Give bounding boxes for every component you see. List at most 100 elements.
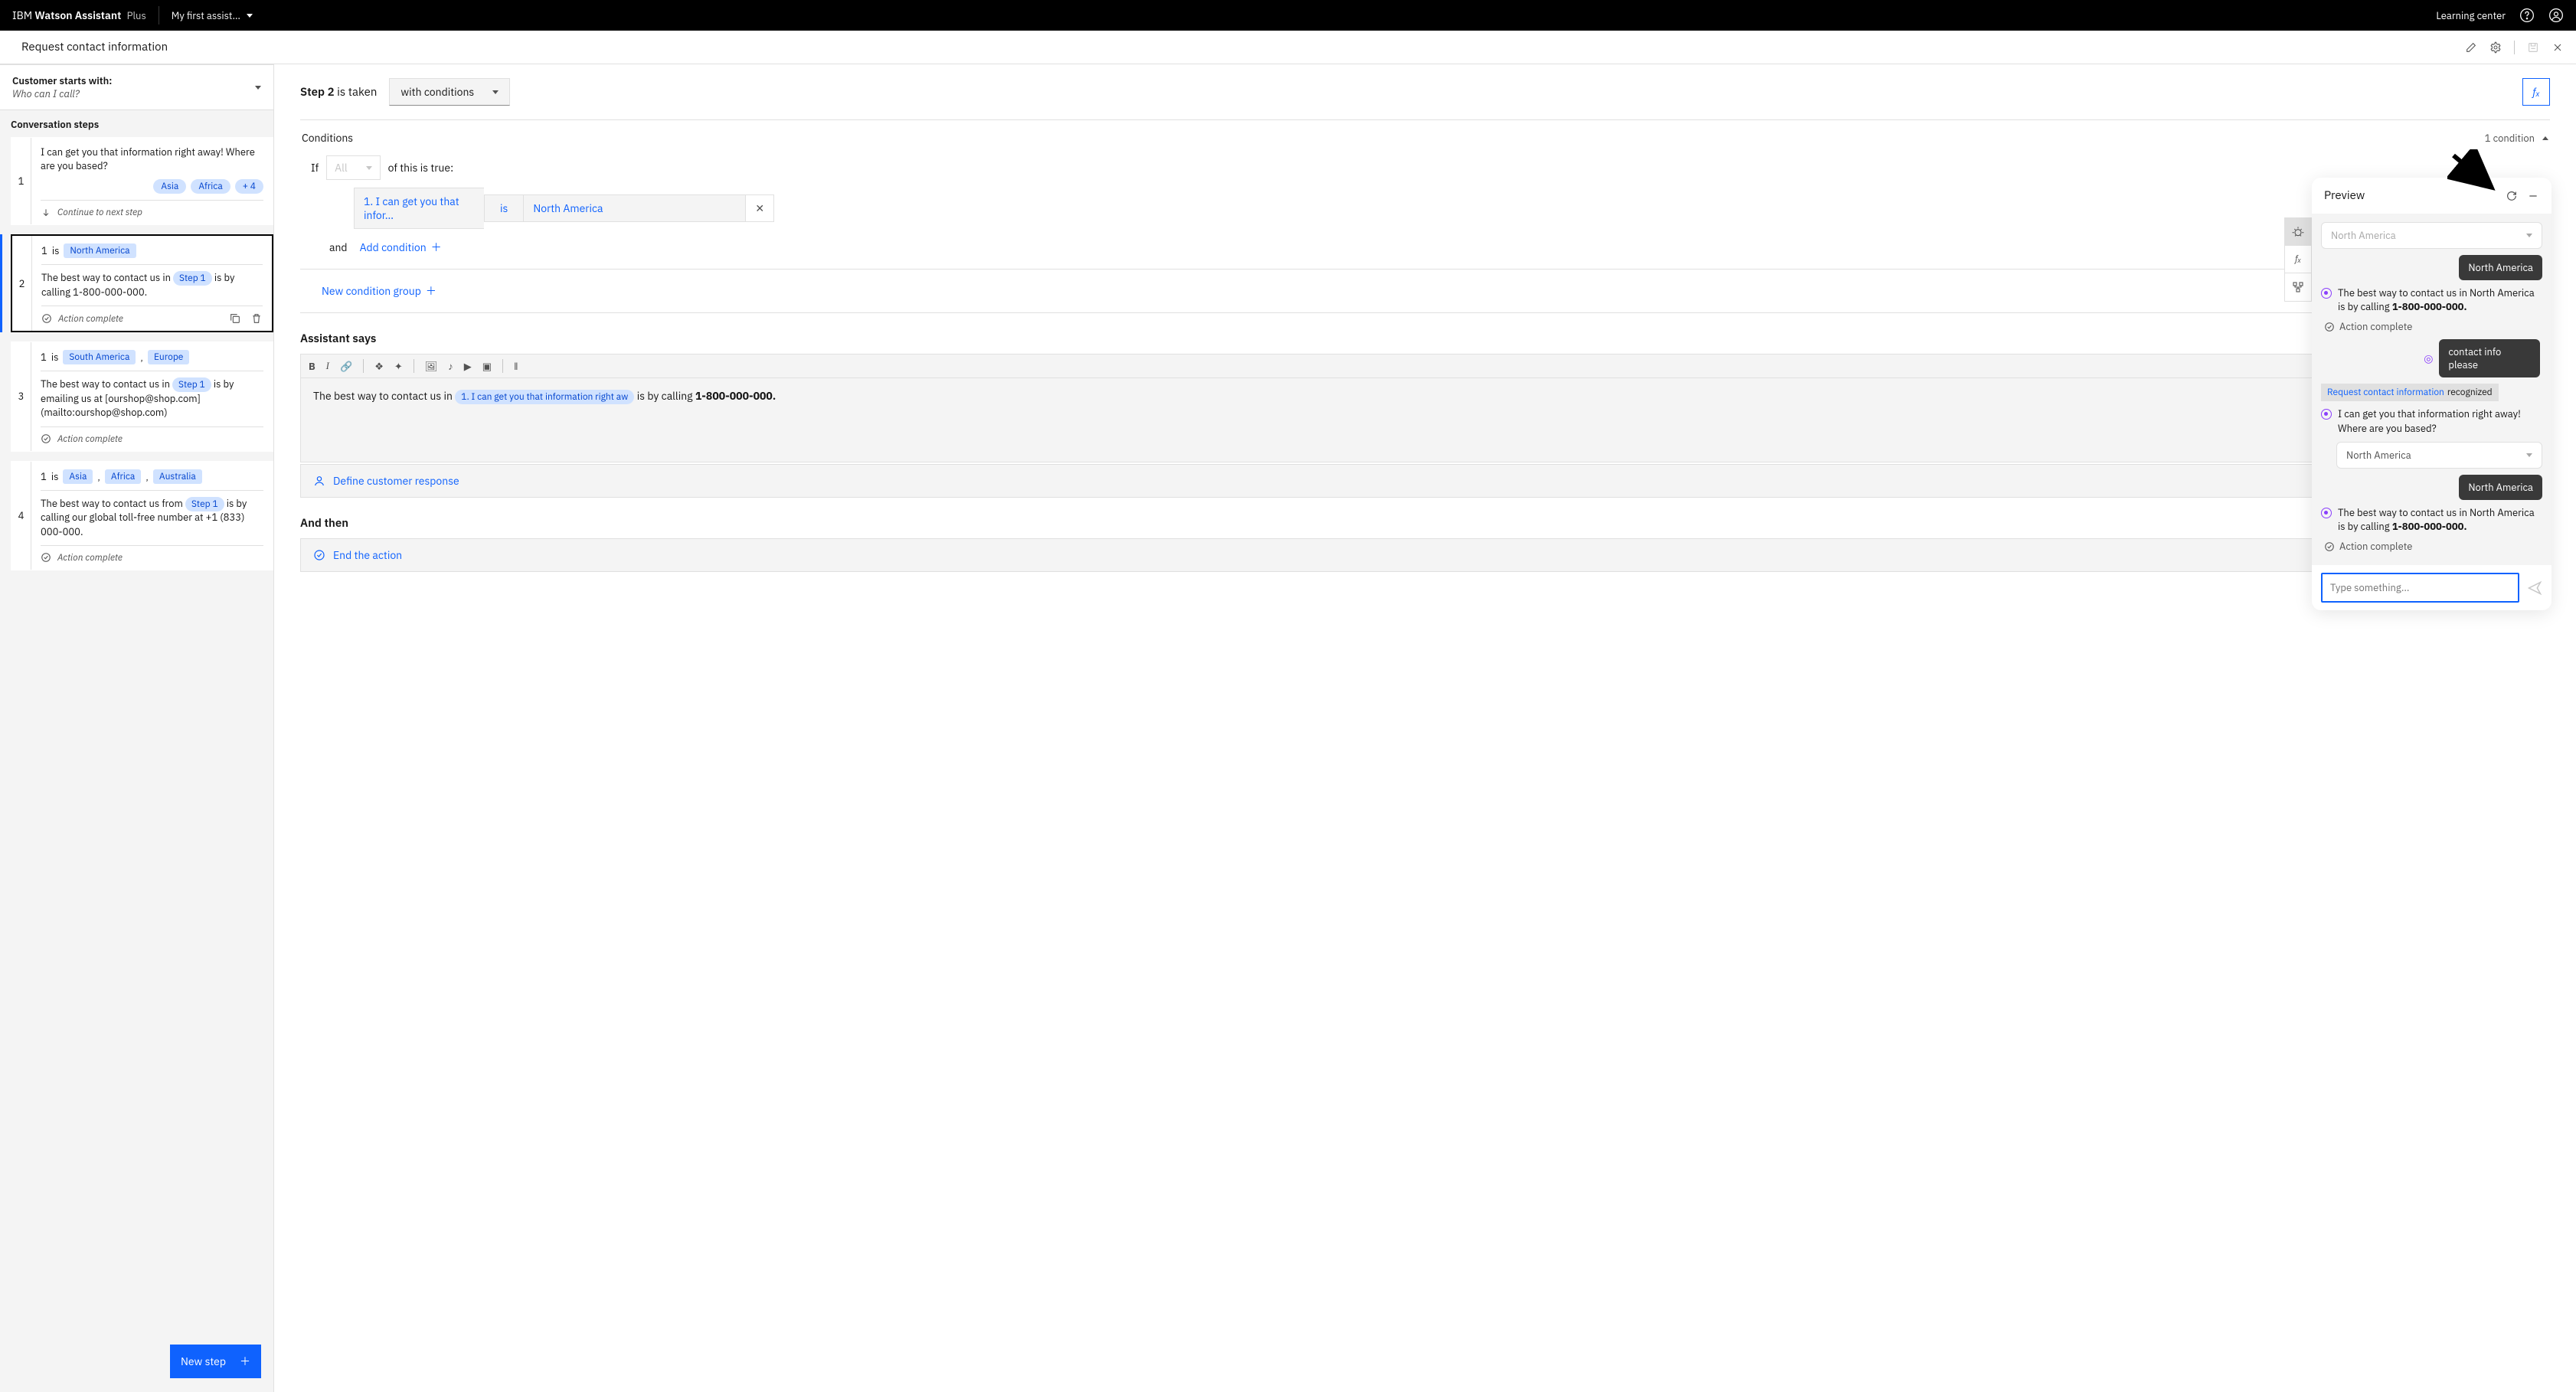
chevron-down-icon [247, 14, 253, 18]
debug-icon[interactable] [2285, 218, 2311, 246]
fx-rail-icon[interactable]: fₓ [2285, 246, 2311, 273]
add-condition-button[interactable]: Add condition ＋ [360, 240, 442, 255]
top-bar: IBM Watson Assistant Plus My first assis… [0, 0, 2576, 31]
image-button[interactable]: 🖼 [425, 360, 438, 373]
dropdown-value: with conditions [400, 85, 474, 99]
region-select[interactable]: North America [2321, 222, 2542, 249]
preview-tool-rail: fₓ [2284, 217, 2312, 302]
send-icon[interactable] [2527, 580, 2542, 596]
save-icon[interactable] [2527, 41, 2539, 54]
check-circle-icon [2324, 541, 2335, 552]
condition-operator-cell[interactable]: is [484, 194, 523, 222]
define-response-card[interactable]: Define customer response [300, 464, 2550, 498]
link-button[interactable]: 🔗 [340, 360, 352, 373]
subheader-actions [2465, 41, 2564, 54]
preview-title: Preview [2324, 188, 2365, 203]
recognized-badge: Request contact information recognized [2321, 384, 2499, 401]
location-marker-icon [2321, 409, 2332, 420]
plus-icon: ＋ [426, 283, 436, 299]
chevron-down-icon [366, 166, 372, 170]
user-icon[interactable] [2548, 8, 2564, 23]
condition-count: 1 condition [2485, 132, 2535, 145]
step-card-2[interactable]: 2 1 is North America The best way to con… [11, 234, 273, 332]
help-icon[interactable] [2519, 8, 2535, 23]
starts-label: Customer starts with: [12, 74, 112, 87]
end-action-label: End the action [333, 548, 402, 562]
cond-value: Australia [153, 469, 202, 484]
chevron-up-icon [2542, 136, 2548, 140]
check-circle-icon [41, 552, 51, 563]
close-icon[interactable] [2551, 41, 2564, 54]
assistant-says-label: Assistant says [300, 332, 2550, 346]
and-then-card[interactable]: End the action [300, 538, 2550, 572]
preview-body[interactable]: North America North America The best way… [2312, 214, 2551, 564]
taken-condition-dropdown[interactable]: with conditions [389, 78, 510, 106]
trash-icon[interactable] [250, 312, 263, 325]
cond-value: Europe [148, 350, 189, 364]
continue-label: Continue to next step [57, 207, 142, 218]
steps-heading: Conversation steps [0, 110, 273, 137]
steps-list: 1 I can get you that information right a… [0, 137, 273, 1392]
action-complete-row: Action complete [2324, 320, 2542, 333]
audio-button[interactable]: ♪ [448, 360, 453, 373]
variable-chip[interactable]: 1. I can get you that information right … [455, 390, 634, 404]
richtext-area[interactable]: The best way to contact us in 1. I can g… [300, 378, 2550, 462]
top-bar-left: IBM Watson Assistant Plus My first assis… [12, 6, 253, 25]
minimize-icon[interactable] [2527, 190, 2539, 202]
assistant-message: The best way to contact us in North Amer… [2321, 506, 2542, 534]
tree-icon[interactable] [2285, 273, 2311, 301]
bold-button[interactable]: B [309, 360, 315, 373]
step-card-1[interactable]: 1 I can get you that information right a… [11, 137, 273, 225]
assistant-switcher[interactable]: My first assist… [172, 9, 253, 22]
check-circle-icon [41, 433, 51, 444]
iframe-button[interactable]: ▣ [482, 360, 492, 373]
edit-icon[interactable] [2465, 41, 2477, 54]
preview-input-row [2312, 564, 2551, 610]
vertical-divider [2514, 41, 2515, 54]
cond-step-ref: 1 [41, 351, 47, 364]
gear-icon[interactable] [2489, 41, 2502, 54]
pause-button[interactable]: ‖ [514, 360, 518, 373]
preview-panel: Preview North America North America The … [2312, 178, 2551, 610]
cond-value: Africa [105, 469, 141, 484]
new-step-label: New step [181, 1354, 226, 1368]
condition-value-cell[interactable]: North America [523, 194, 745, 222]
arrow-down-icon [41, 207, 51, 218]
chevron-down-icon [255, 86, 261, 90]
check-circle-icon [313, 549, 325, 561]
user-bubble: contact info please [2439, 339, 2540, 377]
fx-button[interactable]: fₓ [2522, 78, 2550, 106]
preview-input[interactable] [2321, 573, 2519, 603]
conditions-header[interactable]: Conditions 1 condition [300, 120, 2550, 155]
italic-button[interactable]: I [326, 360, 329, 372]
duplicate-icon[interactable] [229, 312, 241, 325]
condition-step-cell[interactable]: 1. I can get you that infor… [354, 188, 484, 229]
all-any-select[interactable]: All [326, 155, 381, 180]
top-bar-right: Learning center [2436, 8, 2564, 23]
brand-prefix: IBM [12, 8, 34, 22]
video-button[interactable]: ▶ [464, 360, 472, 373]
of-true-label: of this is true: [388, 161, 453, 175]
action-complete-label: Action complete [57, 433, 123, 445]
step-card-4[interactable]: 4 1 is Asia , Africa , Australia The bes… [11, 461, 273, 570]
step-card-3[interactable]: 3 1 is South America , Europe The best w… [11, 341, 273, 451]
cond-is: is [51, 351, 59, 364]
remove-condition-button[interactable]: ✕ [745, 194, 774, 222]
region-select[interactable]: North America [2336, 442, 2542, 469]
insert-variable-button[interactable]: ❖ [374, 360, 384, 373]
step-text: The best way to contact us from Step 1 i… [41, 497, 263, 539]
learning-center-link[interactable]: Learning center [2436, 9, 2506, 22]
product-brand: IBM Watson Assistant Plus [12, 8, 146, 22]
option-tag: Asia [153, 179, 186, 194]
cond-value: South America [63, 350, 136, 364]
insert-response-button[interactable]: ✦ [394, 360, 403, 373]
user-bubble: North America [2459, 255, 2542, 280]
action-title: Request contact information [21, 40, 168, 54]
refresh-icon[interactable] [2506, 190, 2518, 202]
conditions-label: Conditions [302, 131, 353, 145]
step-taken-label: Step 2 is taken [300, 85, 377, 100]
customer-starts-card[interactable]: Customer starts with: Who can I call? [0, 65, 273, 110]
new-step-button[interactable]: New step ＋ [170, 1345, 261, 1378]
new-condition-group-button[interactable]: New condition group ＋ [322, 283, 436, 299]
chevron-down-icon [2526, 453, 2532, 457]
